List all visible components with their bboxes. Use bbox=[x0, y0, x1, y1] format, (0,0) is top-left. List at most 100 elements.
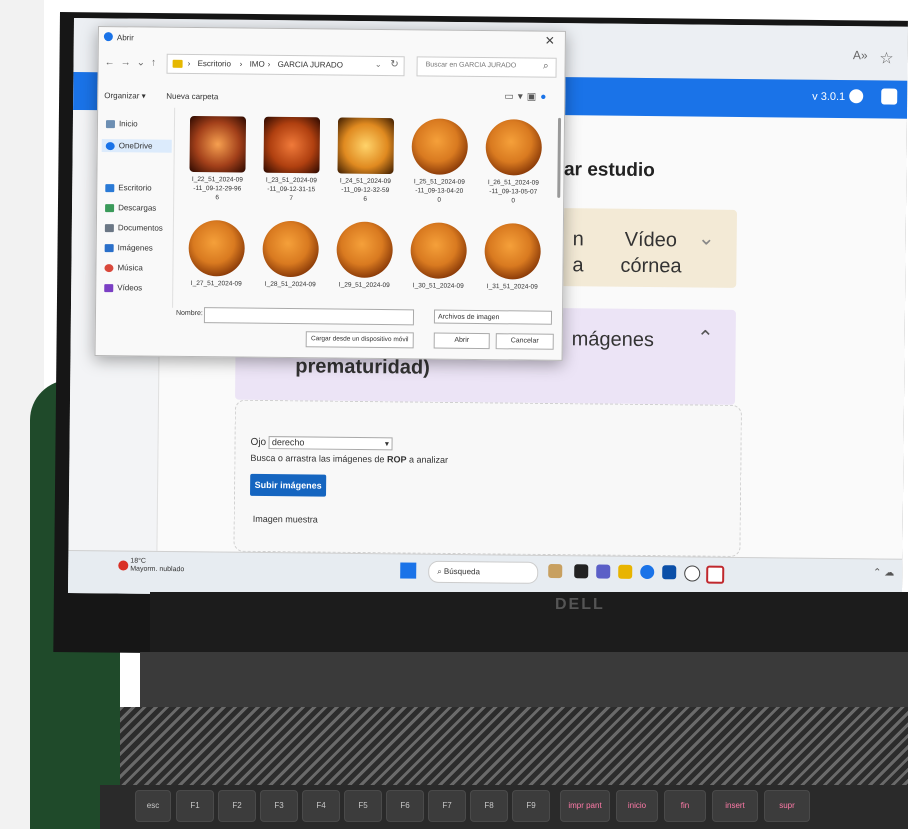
search-placeholder: Buscar en GARCIA JURADO bbox=[425, 61, 517, 70]
file-name: I_30_51_2024-09 bbox=[412, 282, 464, 290]
path-separator: › bbox=[239, 59, 243, 69]
breadcrumb-segment[interactable]: GARCIA JURADO bbox=[278, 60, 343, 70]
file-thumbnail[interactable]: I_23_51_2024-09 -11_09-12-31-15 7 bbox=[255, 116, 328, 210]
nav-item-onedrive[interactable]: OneDrive bbox=[101, 139, 172, 153]
card-title: mágenes bbox=[571, 328, 655, 352]
key-f9[interactable]: F9 bbox=[512, 790, 550, 822]
upload-images-button[interactable]: Subir imágenes bbox=[250, 473, 327, 497]
view-options[interactable]: ▭▾▣● bbox=[504, 91, 550, 102]
system-tray[interactable]: ⌃ ☁ bbox=[873, 567, 894, 578]
weather-icon[interactable] bbox=[118, 560, 129, 571]
image-preview bbox=[484, 223, 541, 280]
key-home[interactable]: inicio bbox=[616, 790, 658, 822]
file-name-input[interactable] bbox=[203, 307, 415, 326]
image-preview bbox=[263, 116, 321, 174]
key-f8[interactable]: F8 bbox=[470, 790, 508, 822]
breadcrumb-segment[interactable]: Escritorio bbox=[198, 59, 231, 68]
nav-label: Vídeos bbox=[117, 283, 143, 293]
nav-item-videos[interactable]: Vídeos bbox=[104, 283, 142, 292]
key-esc[interactable]: esc bbox=[135, 790, 171, 822]
store-icon[interactable] bbox=[662, 565, 677, 580]
star-icon[interactable]: ☆ bbox=[879, 48, 894, 68]
eye-select-value: derecho bbox=[271, 437, 305, 448]
nav-item-pictures[interactable]: Imágenes bbox=[104, 243, 153, 253]
key-f1[interactable]: F1 bbox=[176, 790, 214, 822]
desktop-icon bbox=[105, 183, 115, 193]
chevron-up-icon[interactable]: ⌃ bbox=[697, 326, 714, 351]
nav-label: Documentos bbox=[117, 223, 163, 233]
file-grid: I_22_51_2024-09 -11_09-12-29-96 6 I_23_5… bbox=[180, 112, 552, 316]
windows-start-icon[interactable] bbox=[400, 562, 417, 579]
close-icon[interactable]: ✕ bbox=[545, 34, 555, 48]
hint-text: Busca o arrastra las imágenes de bbox=[250, 452, 388, 465]
file-name: I_31_51_2024-09 bbox=[486, 283, 538, 291]
file-thumbnail[interactable]: I_28_51_2024-09 bbox=[254, 220, 327, 314]
key-delete[interactable]: supr bbox=[764, 790, 810, 822]
file-thumbnail[interactable]: I_31_51_2024-09 bbox=[476, 223, 549, 316]
cancel-button[interactable]: Cancelar bbox=[495, 333, 554, 350]
help-icon[interactable]: ● bbox=[540, 92, 550, 103]
weather-widget[interactable]: 18°C Mayorm. nublado bbox=[130, 558, 184, 575]
key-end[interactable]: fin bbox=[664, 790, 706, 822]
chevron-down-icon[interactable]: ⌄ bbox=[698, 226, 715, 251]
key-f4[interactable]: F4 bbox=[302, 790, 340, 822]
file-thumbnail[interactable]: I_25_51_2024-09 -11_09-13-04-20 0 bbox=[403, 118, 476, 211]
file-name-label: Nombre: bbox=[175, 309, 203, 318]
nav-item-home[interactable]: Inicio bbox=[105, 119, 138, 128]
eye-row: Ojo derecho ▾ bbox=[250, 436, 393, 451]
dialog-title: Abrir bbox=[116, 33, 134, 43]
file-grid-scrollbar[interactable] bbox=[557, 117, 562, 198]
address-bar[interactable]: › Escritorio › IMO › GARCIA JURADO ⌄ ↻ bbox=[166, 53, 405, 77]
chevron-down-icon[interactable]: ⌄ bbox=[375, 60, 382, 69]
breadcrumb-segment[interactable]: IMO bbox=[250, 60, 265, 69]
file-thumbnail[interactable]: I_29_51_2024-09 bbox=[328, 221, 401, 314]
task-view-icon[interactable] bbox=[574, 564, 589, 579]
read-aloud-icon[interactable]: A» bbox=[853, 48, 868, 62]
taskbar-search-label: Búsqueda bbox=[443, 566, 481, 577]
eye-select[interactable]: derecho ▾ bbox=[268, 436, 393, 451]
upload-dropzone[interactable]: Ojo derecho ▾ Busca o arrastra las imáge… bbox=[233, 399, 742, 558]
taskbar-search[interactable]: ⌕ Búsqueda bbox=[428, 560, 539, 584]
key-f6[interactable]: F6 bbox=[386, 790, 424, 822]
image-preview bbox=[485, 119, 543, 176]
organize-menu[interactable]: Organizar ▾ bbox=[104, 91, 145, 100]
key-f5[interactable]: F5 bbox=[344, 790, 382, 822]
key-f7[interactable]: F7 bbox=[428, 790, 466, 822]
nav-item-desktop[interactable]: Escritorio bbox=[105, 183, 152, 193]
user-icon[interactable] bbox=[881, 88, 898, 105]
file-explorer-icon[interactable] bbox=[618, 564, 633, 579]
laptop-hinge bbox=[140, 652, 908, 707]
edge-icon[interactable] bbox=[640, 564, 655, 580]
refresh-icon[interactable]: ↻ bbox=[390, 59, 399, 70]
file-name: I_27_51_2024-09 bbox=[190, 279, 242, 288]
key-print-screen[interactable]: impr pant bbox=[560, 790, 610, 822]
mcafee-icon[interactable] bbox=[706, 565, 725, 584]
page-title: gar estudio bbox=[552, 159, 655, 182]
open-button[interactable]: Abrir bbox=[433, 332, 490, 350]
new-folder-button[interactable]: Nueva carpeta bbox=[166, 92, 218, 102]
key-f2[interactable]: F2 bbox=[218, 790, 256, 822]
file-thumbnail[interactable]: I_24_51_2024-09 -11_09-12-32-59 6 bbox=[329, 117, 402, 210]
nav-item-downloads[interactable]: Descargas bbox=[105, 203, 156, 213]
nav-item-music[interactable]: Música bbox=[104, 263, 143, 272]
nav-arrows[interactable]: ←→⌄↑ bbox=[105, 57, 163, 69]
mobile-upload-button[interactable]: Cargar desde un dispositivo móvil bbox=[305, 331, 414, 349]
eye-label: Ojo bbox=[250, 436, 267, 449]
image-preview bbox=[337, 117, 395, 175]
pictures-icon bbox=[104, 243, 114, 253]
teams-icon[interactable] bbox=[596, 564, 611, 579]
app-version: v 3.0.1 bbox=[812, 90, 846, 104]
file-thumbnail[interactable]: I_30_51_2024-09 bbox=[402, 222, 475, 315]
dell-icon[interactable] bbox=[684, 565, 701, 582]
key-f3[interactable]: F3 bbox=[260, 790, 298, 822]
search-icon: ⌕ bbox=[542, 60, 549, 72]
taskbar-app-icon[interactable] bbox=[548, 563, 563, 579]
file-thumbnail[interactable]: I_22_51_2024-09 -11_09-12-29-96 6 bbox=[181, 115, 254, 209]
file-type-select[interactable]: Archivos de imagen bbox=[433, 309, 553, 325]
dialog-search-input[interactable]: Buscar en GARCIA JURADO ⌕ bbox=[416, 56, 557, 78]
file-thumbnail[interactable]: I_26_51_2024-09 -11_09-13-05-07 0 bbox=[477, 119, 550, 212]
folder-icon bbox=[172, 59, 183, 68]
nav-item-documents[interactable]: Documentos bbox=[104, 223, 163, 233]
key-insert[interactable]: insert bbox=[712, 790, 758, 822]
file-thumbnail[interactable]: I_27_51_2024-09 bbox=[180, 219, 253, 313]
